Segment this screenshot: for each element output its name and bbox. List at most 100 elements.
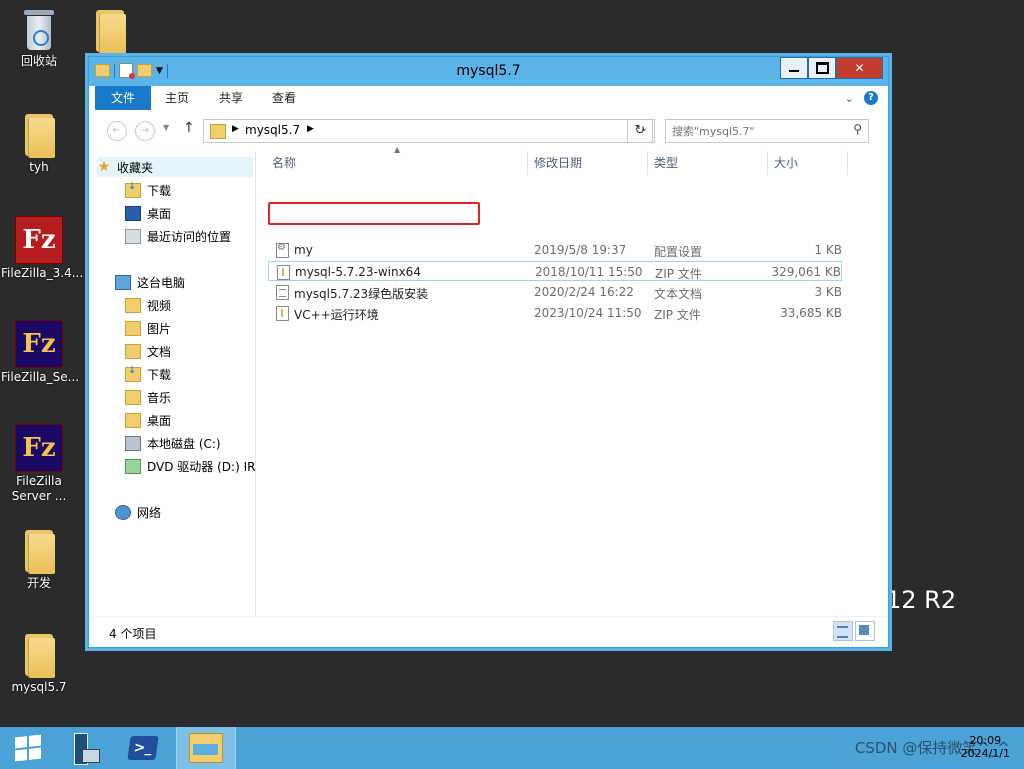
clock[interactable]: 20:09 2024/1/1 bbox=[961, 734, 1010, 760]
desktop-icon-folder[interactable] bbox=[72, 8, 148, 54]
nav-item-downloads-pc[interactable]: 下载 bbox=[125, 364, 171, 384]
desktop-icon-label: tyh bbox=[29, 160, 49, 174]
network-icon bbox=[115, 504, 131, 520]
text-file-icon bbox=[276, 285, 289, 300]
tab-share[interactable]: 共享 bbox=[219, 86, 243, 110]
star-icon: ★ bbox=[97, 159, 111, 175]
nav-item-videos[interactable]: 视频 bbox=[125, 295, 171, 315]
nav-item-local-disk[interactable]: 本地磁盘 (C:) bbox=[125, 433, 221, 453]
up-button[interactable]: ↑ bbox=[183, 120, 195, 136]
desktop-icon-filezilla-server[interactable]: Fz FileZilla Server ... bbox=[1, 424, 77, 504]
search-input[interactable] bbox=[670, 122, 846, 140]
large-icons-view-button[interactable] bbox=[855, 621, 875, 641]
folder-icon bbox=[23, 632, 55, 678]
help-icon[interactable]: ? bbox=[864, 91, 878, 105]
nav-item-documents[interactable]: 文档 bbox=[125, 341, 171, 361]
pictures-folder-icon bbox=[125, 320, 141, 336]
close-button[interactable]: ✕ bbox=[836, 57, 883, 79]
nav-item-desktop[interactable]: 桌面 bbox=[125, 203, 171, 223]
item-count: 4 个项目 bbox=[109, 627, 157, 641]
nav-item-dvd[interactable]: DVD 驱动器 (D:) IR bbox=[125, 456, 255, 476]
filezilla-icon: Fz bbox=[15, 216, 63, 264]
chevron-right-icon[interactable]: ▶ bbox=[232, 124, 239, 134]
highlight-annotation bbox=[268, 202, 480, 225]
desktop-icon-label: FileZilla_3.4... bbox=[1, 266, 84, 280]
tab-view[interactable]: 查看 bbox=[272, 86, 296, 110]
taskbar-server-manager[interactable] bbox=[56, 727, 112, 769]
tab-home[interactable]: 主页 bbox=[165, 86, 189, 110]
column-header-name[interactable]: 名称 bbox=[266, 151, 528, 175]
address-bar[interactable]: ▶ mysql5.7 ▶ ⌄ bbox=[203, 119, 655, 143]
nav-item-music[interactable]: 音乐 bbox=[125, 387, 171, 407]
desktop-icon-mysql57[interactable]: mysql5.7 bbox=[1, 632, 77, 695]
file-row[interactable]: my 2019/5/8 19:37 配置设置 1 KB bbox=[268, 240, 842, 260]
search-box[interactable]: ⚲ bbox=[665, 119, 869, 143]
nav-item-pictures[interactable]: 图片 bbox=[125, 318, 171, 338]
file-explorer-icon bbox=[189, 733, 223, 763]
nav-item-recent[interactable]: 最近访问的位置 bbox=[125, 226, 231, 246]
recycle-bin-icon bbox=[22, 8, 56, 52]
title-bar[interactable]: ▼ mysql5.7 ✕ bbox=[89, 57, 888, 86]
powershell-icon: >_ bbox=[127, 736, 159, 760]
desktop-icon-label: FileZilla Server ... bbox=[11, 474, 67, 503]
music-folder-icon bbox=[125, 389, 141, 405]
expand-ribbon-icon[interactable]: ⌄ bbox=[845, 92, 854, 105]
nav-network[interactable]: 网络 bbox=[115, 502, 161, 522]
desktop-folder-icon bbox=[125, 412, 141, 428]
file-row[interactable]: mysql-5.7.23-winx64 2018/10/11 15:50 ZIP… bbox=[268, 261, 842, 281]
desktop-icon-filezilla-server-setup[interactable]: Fz FileZilla_Se... bbox=[1, 320, 80, 385]
taskbar-powershell[interactable]: >_ bbox=[115, 727, 171, 769]
windows-logo-icon bbox=[15, 734, 41, 762]
desktop-icon-tyh[interactable]: tyh bbox=[1, 112, 77, 175]
downloads-icon bbox=[125, 365, 141, 382]
filezilla-server-shortcut-icon: Fz bbox=[15, 424, 63, 472]
file-row[interactable]: VC++运行环境 2023/10/24 11:50 ZIP 文件 33,685 … bbox=[268, 303, 842, 323]
refresh-button[interactable]: ↻ bbox=[627, 119, 653, 143]
minimize-button[interactable] bbox=[780, 57, 808, 79]
status-bar: 4 个项目 bbox=[89, 616, 888, 647]
desktop-icon-label: FileZilla_Se... bbox=[1, 370, 80, 384]
address-path[interactable]: mysql5.7 bbox=[245, 123, 300, 137]
desktop-icon-dev[interactable]: 开发 bbox=[1, 528, 77, 591]
search-icon: ⚲ bbox=[853, 122, 862, 136]
zip-file-icon bbox=[276, 306, 289, 321]
nav-item-downloads[interactable]: 下载 bbox=[125, 180, 171, 200]
folder-icon bbox=[210, 124, 226, 139]
ribbon-tabs: 文件 主页 共享 查看 ⌄ ? bbox=[89, 86, 888, 111]
nav-favorites[interactable]: ★ 收藏夹 bbox=[97, 157, 253, 177]
maximize-button[interactable] bbox=[808, 57, 836, 79]
zip-file-icon bbox=[277, 265, 290, 280]
nav-item-desktop-pc[interactable]: 桌面 bbox=[125, 410, 171, 430]
desktop-icon-filezilla-client[interactable]: Fz FileZilla_3.4... bbox=[1, 216, 84, 281]
folder-icon bbox=[94, 8, 126, 54]
dvd-drive-icon bbox=[125, 458, 141, 474]
desktop-icon-label: 回收站 bbox=[20, 54, 57, 68]
forward-button[interactable]: → bbox=[135, 121, 155, 141]
column-header-size[interactable]: 大小 bbox=[768, 151, 848, 175]
column-header-date[interactable]: 修改日期 bbox=[528, 151, 648, 175]
start-button[interactable] bbox=[0, 727, 56, 769]
clock-date: 2024/1/1 bbox=[960, 747, 1010, 760]
explorer-window: ▼ mysql5.7 ✕ 文件 主页 共享 查看 ⌄ ? ← → ▼ ↑ ▶ m… bbox=[88, 56, 889, 648]
desktop-icon-label: 开发 bbox=[26, 576, 51, 590]
folder-icon bbox=[23, 528, 55, 574]
file-row[interactable]: mysql5.7.23绿色版安装 2020/2/24 16:22 文本文档 3 … bbox=[268, 282, 842, 302]
tab-file[interactable]: 文件 bbox=[95, 86, 151, 110]
taskbar-file-explorer[interactable] bbox=[176, 727, 236, 769]
config-file-icon bbox=[276, 242, 289, 258]
recent-places-icon bbox=[125, 228, 141, 244]
nav-this-pc[interactable]: 这台电脑 bbox=[115, 272, 185, 292]
filezilla-server-icon: Fz bbox=[15, 320, 63, 368]
back-button[interactable]: ← bbox=[107, 121, 127, 141]
column-header-type[interactable]: 类型 bbox=[648, 151, 768, 175]
navigation-pane: ★ 收藏夹 下载 桌面 最近访问的位置 这台电脑 视频 图片 文 bbox=[89, 151, 256, 616]
server-manager-icon bbox=[70, 733, 100, 765]
os-watermark: 12 R2 bbox=[886, 586, 957, 614]
window-title: mysql5.7 bbox=[456, 63, 521, 79]
details-view-button[interactable] bbox=[833, 621, 853, 641]
desktop-icon-recycle-bin[interactable]: 回收站 bbox=[1, 8, 77, 69]
videos-folder-icon bbox=[125, 297, 141, 313]
chevron-right-icon[interactable]: ▶ bbox=[307, 124, 314, 134]
downloads-icon bbox=[125, 181, 141, 198]
recent-locations-icon[interactable]: ▼ bbox=[163, 123, 169, 132]
